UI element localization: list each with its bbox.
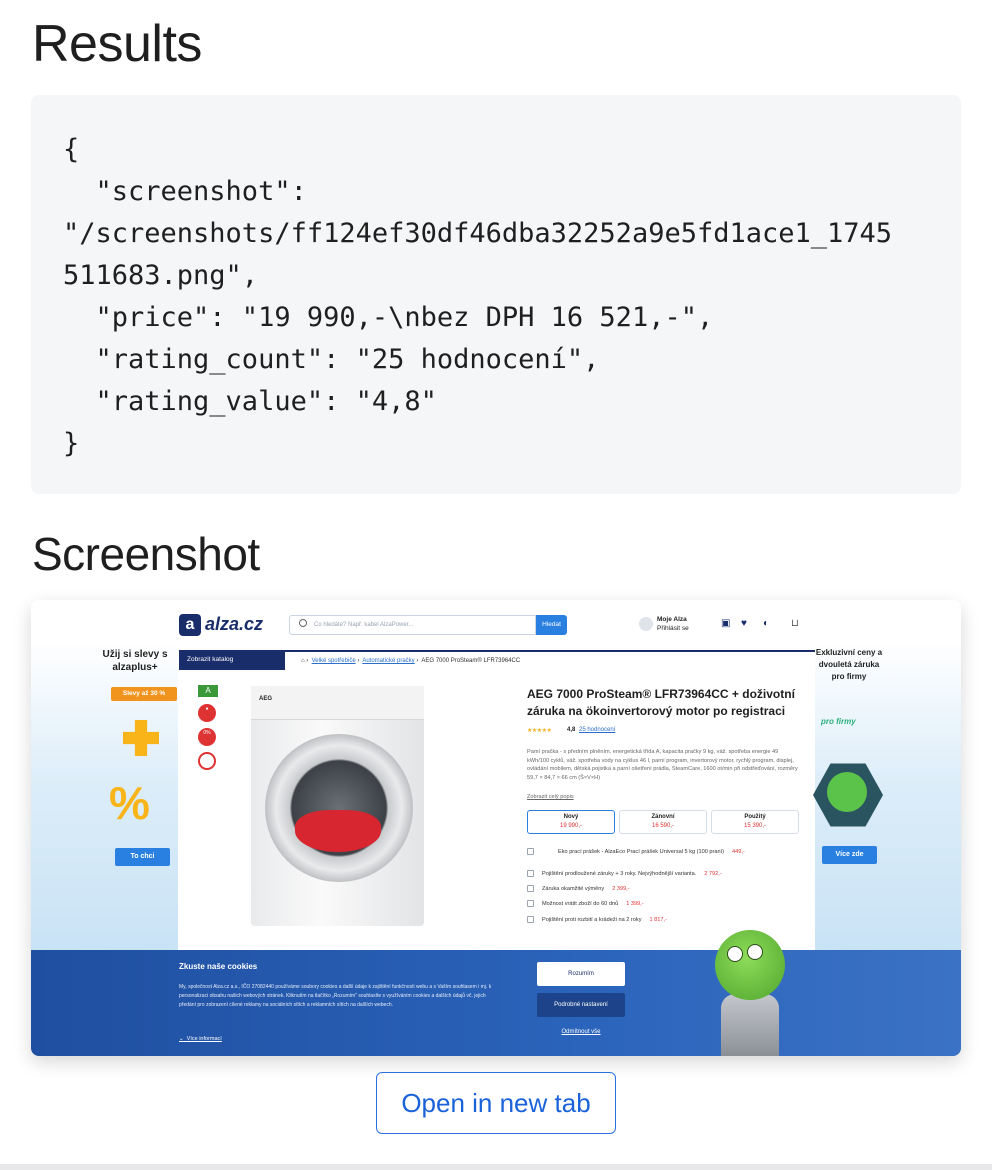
addon-price: 1 399,- (626, 900, 644, 907)
product-image[interactable]: AEG (251, 686, 424, 926)
variant-name: Nový (563, 814, 579, 820)
addon-checkbox[interactable] (527, 900, 534, 907)
cookie-banner: Zkuste naše cookies My, společnost Alza.… (31, 950, 961, 1056)
energy-class-badge[interactable]: A (198, 685, 218, 697)
right-ad-brand: pro firmy (821, 717, 856, 726)
percent-icon: % (109, 777, 150, 829)
results-heading: Results (32, 15, 202, 73)
left-ad-button[interactable]: To chci (115, 848, 170, 866)
addon-item[interactable]: Pojištění prodloužené záruky + 3 roky. N… (527, 870, 722, 877)
alien-mascot-head-icon (715, 930, 785, 1000)
variant-refurbished[interactable]: Zánovní 16 590,- (619, 810, 707, 834)
search-icon (299, 619, 307, 627)
home-icon[interactable]: ⌂ (301, 658, 305, 664)
washer-door (265, 734, 413, 882)
results-json-text: { "screenshot": "/screenshots/ff124ef30d… (63, 134, 893, 459)
site-search-input[interactable]: Co hledáte? Např. kabel AlzaPower... (289, 615, 536, 635)
addon-checkbox[interactable] (527, 870, 534, 877)
alien-eye (727, 946, 743, 962)
addon-item[interactable]: Záruka okamžité výměny 2 399,- (527, 885, 630, 892)
cookie-more-label: Více informací (186, 1036, 222, 1042)
favorites-heart-icon[interactable]: ♥ (741, 619, 751, 629)
addon-item[interactable]: Eko prací prášek - AlzaEco Prací prášek … (527, 848, 745, 855)
search-button[interactable]: Hledat (536, 615, 567, 635)
variant-name: Použitý (744, 814, 766, 820)
washer-brand: AEG (259, 696, 273, 702)
product-description: Pamí pračka - s předním plněním, energet… (527, 749, 798, 781)
login-link: Přihlásit se (657, 625, 689, 632)
breadcrumb-item[interactable]: Velké spotřebiče (312, 658, 356, 664)
cookie-accept-button[interactable]: Rozumím (537, 962, 625, 986)
variant-price: 16 590,- (651, 823, 675, 829)
breadcrumb-current: AEG 7000 ProSteam® LFR73964CC (421, 658, 521, 664)
alza-logo-icon[interactable]: a (179, 614, 201, 636)
promo-badge: ● (198, 704, 216, 722)
addon-label: Eko prací prášek - AlzaEco Prací prášek … (558, 848, 725, 855)
alza-logo-text[interactable]: alza.cz (205, 614, 263, 635)
variant-price: 15 390,- (743, 823, 767, 829)
product-title: AEG 7000 ProSteam® LFR73964CC + doživotn… (527, 687, 795, 718)
addon-price: 2 792,- (704, 870, 722, 877)
addon-item[interactable]: Možnost vrátit zboží do 60 dnů 1 399,- (527, 900, 644, 907)
bottom-divider (0, 1164, 992, 1170)
zero-interest-badge: 0% (198, 728, 216, 746)
variant-price: 19 990,- (559, 823, 583, 829)
right-ad-title[interactable]: Exkluzivní ceny a dvouletá záruka pro fi… (815, 647, 883, 683)
addon-price: 2 399,- (612, 885, 630, 892)
addon-label: Pojištění prodloužené záruky + 3 roky. N… (542, 870, 697, 877)
washer-control-panel (251, 686, 424, 720)
cookie-settings-button[interactable]: Podrobné nastavení (537, 993, 625, 1017)
breadcrumb: ⌂ › Velké spotřebiče › Automatické pračk… (285, 650, 815, 670)
orders-icon[interactable]: ▣ (721, 619, 731, 629)
left-ad-title[interactable]: Užij si slevy s alzaplus+ (93, 648, 177, 674)
variant-new[interactable]: Nový 19 990,- (527, 810, 615, 834)
rating-stars-icon: ★★★★★ (527, 728, 552, 734)
cart-icon[interactable]: ⊔ (791, 619, 801, 629)
breadcrumb-item[interactable]: Automatické pračky (362, 658, 414, 664)
addon-label: Možnost vrátit zboží do 60 dnů (542, 900, 619, 907)
addon-checkbox[interactable] (527, 848, 534, 855)
variant-used[interactable]: Použitý 15 390,- (711, 810, 799, 834)
open-in-new-tab-button[interactable]: Open in new tab (376, 1072, 616, 1134)
addon-checkbox[interactable] (527, 916, 534, 923)
cookie-title: Zkuste naše cookies (179, 962, 258, 971)
cookie-text: My, společnost Alza.cz a.s., IČO 2708244… (179, 984, 492, 1008)
chevron-down-icon: ⌄ (179, 1036, 184, 1042)
addon-price: 1 817,- (649, 916, 667, 923)
screenshot-image: a alza.cz Co hledáte? Např. kabel AlzaPo… (31, 600, 961, 1056)
rating-count-link[interactable]: 25 hodnocení (579, 727, 615, 733)
right-ad-button[interactable]: Více zde (822, 846, 877, 864)
addon-label: Pojištění proti rozbití a krádeži na 2 r… (542, 916, 642, 923)
results-code-block: { "screenshot": "/screenshots/ff124ef30d… (31, 95, 961, 494)
alien-mascot-body (721, 994, 779, 1056)
alien-eye (747, 944, 763, 960)
addon-item[interactable]: Pojištění proti rozbití a krádeži na 2 r… (527, 916, 667, 923)
washer-laundry (295, 810, 381, 852)
addon-label: Záruka okamžité výměny (542, 885, 605, 892)
left-ad-discount-pill: Slevy až 30 % (111, 687, 177, 701)
variant-name: Zánovní (651, 814, 675, 820)
cookie-reject-link[interactable]: Odmítnout vše (537, 1029, 625, 1035)
cookie-more-info-link[interactable]: ⌄ Více informací (179, 1036, 222, 1042)
rating-value: 4,8 (567, 727, 576, 733)
reddot-award-icon (198, 752, 216, 770)
language-flag-icon[interactable]: ◐ (763, 619, 773, 629)
user-icon[interactable] (639, 617, 653, 631)
full-description-link[interactable]: Zobrazit celý popis (527, 794, 574, 800)
addon-checkbox[interactable] (527, 885, 534, 892)
screenshot-heading: Screenshot (32, 528, 260, 580)
addon-price: 449,- (732, 848, 745, 855)
alien-mascot-icon (827, 772, 867, 812)
user-account-menu[interactable]: Moje Alza Přihlásit se (657, 615, 689, 633)
user-name: Moje Alza (657, 616, 687, 623)
catalog-menu-button[interactable]: Zobrazit katalog (179, 650, 285, 670)
